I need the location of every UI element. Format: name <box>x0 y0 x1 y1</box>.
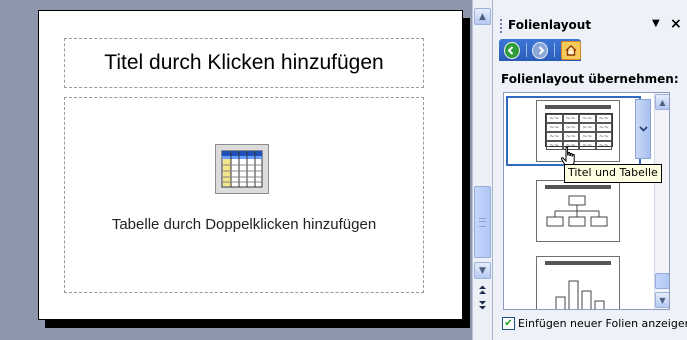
thumb-table: ~~ ~~ ~~ ~~ ~~ ~~ ~~ ~~ ~~ ~~ ~~ ~~ ~~ ~~ ~~ ~~ <box>545 113 613 150</box>
scroll-up-button[interactable]: ▲ <box>474 8 491 25</box>
previous-slide-button[interactable] <box>474 283 491 297</box>
pane-title: Folienlayout <box>508 18 592 32</box>
layout-title-and-chart[interactable] <box>536 256 620 309</box>
pane-close-icon[interactable]: × <box>670 16 682 32</box>
home-icon[interactable] <box>560 40 582 60</box>
title-placeholder[interactable]: Titel durch Klicken hinzufügen <box>64 38 424 88</box>
show-on-insert-label: Einfügen neuer Folien anzeigen <box>518 317 687 330</box>
gallery-scroll-thumb[interactable] <box>655 273 669 289</box>
slide-editing-area: Titel durch Klicken hinzufügen Tabelle d… <box>0 0 472 340</box>
nav-divider <box>554 43 555 57</box>
thumb-title-bar <box>545 105 611 109</box>
pane-navigation-bar <box>499 39 582 61</box>
bar-chart-icon <box>555 280 605 309</box>
layout-title-and-table[interactable]: ~~ ~~ ~~ ~~ ~~ ~~ ~~ ~~ ~~ ~~ ~~ ~~ ~~ ~~ ~~ ~~ <box>536 100 620 162</box>
gallery-scroll-down-button[interactable]: ▼ <box>655 292 669 308</box>
apply-layout-label: Folienlayout übernehmen: <box>501 72 679 86</box>
gallery-scroll-up-button[interactable]: ▲ <box>655 94 669 110</box>
back-arrow-icon[interactable] <box>504 41 520 59</box>
chevron-down-icon <box>638 126 648 132</box>
scroll-thumb[interactable] <box>474 186 491 258</box>
grip-icon <box>479 217 486 227</box>
layout-gallery: ~~ ~~ ~~ ~~ ~~ ~~ ~~ ~~ ~~ ~~ ~~ ~~ ~~ ~~ ~~ ~~ <box>503 92 670 310</box>
layout-options-dropdown[interactable] <box>635 99 651 159</box>
nav-divider <box>525 43 527 57</box>
org-chart-icon <box>546 195 608 227</box>
table-icon[interactable] <box>215 144 269 194</box>
next-slide-button[interactable] <box>474 298 491 312</box>
show-on-insert-checkbox[interactable]: ✔ <box>502 317 515 330</box>
task-pane: Folienlayout ▼ × Folienlayout übernehmen… <box>492 0 687 340</box>
double-up-arrow-icon <box>479 285 486 294</box>
slide[interactable]: Titel durch Klicken hinzufügen Tabelle d… <box>38 10 463 320</box>
layout-tooltip: Titel und Tabelle <box>564 164 662 183</box>
pane-grip-icon[interactable] <box>500 19 504 33</box>
show-on-insert-option[interactable]: ✔ Einfügen neuer Folien anzeigen <box>502 317 687 330</box>
scroll-down-button[interactable]: ▼ <box>474 262 491 279</box>
layout-title-and-diagram[interactable] <box>536 180 620 242</box>
thumb-title-bar <box>545 185 611 189</box>
pane-menu-dropdown-icon[interactable]: ▼ <box>652 18 660 29</box>
table-placeholder[interactable]: Tabelle durch Doppelklicken hinzufügen <box>64 97 424 293</box>
table-placeholder-text: Tabelle durch Doppelklicken hinzufügen <box>111 216 377 233</box>
editor-vertical-scrollbar[interactable]: ▲ ▼ <box>472 0 492 340</box>
gallery-scrollbar[interactable]: ▲ ▼ <box>654 93 669 309</box>
double-down-arrow-icon <box>479 301 486 310</box>
forward-arrow-icon[interactable] <box>532 41 549 59</box>
thumb-title-bar <box>545 261 611 265</box>
